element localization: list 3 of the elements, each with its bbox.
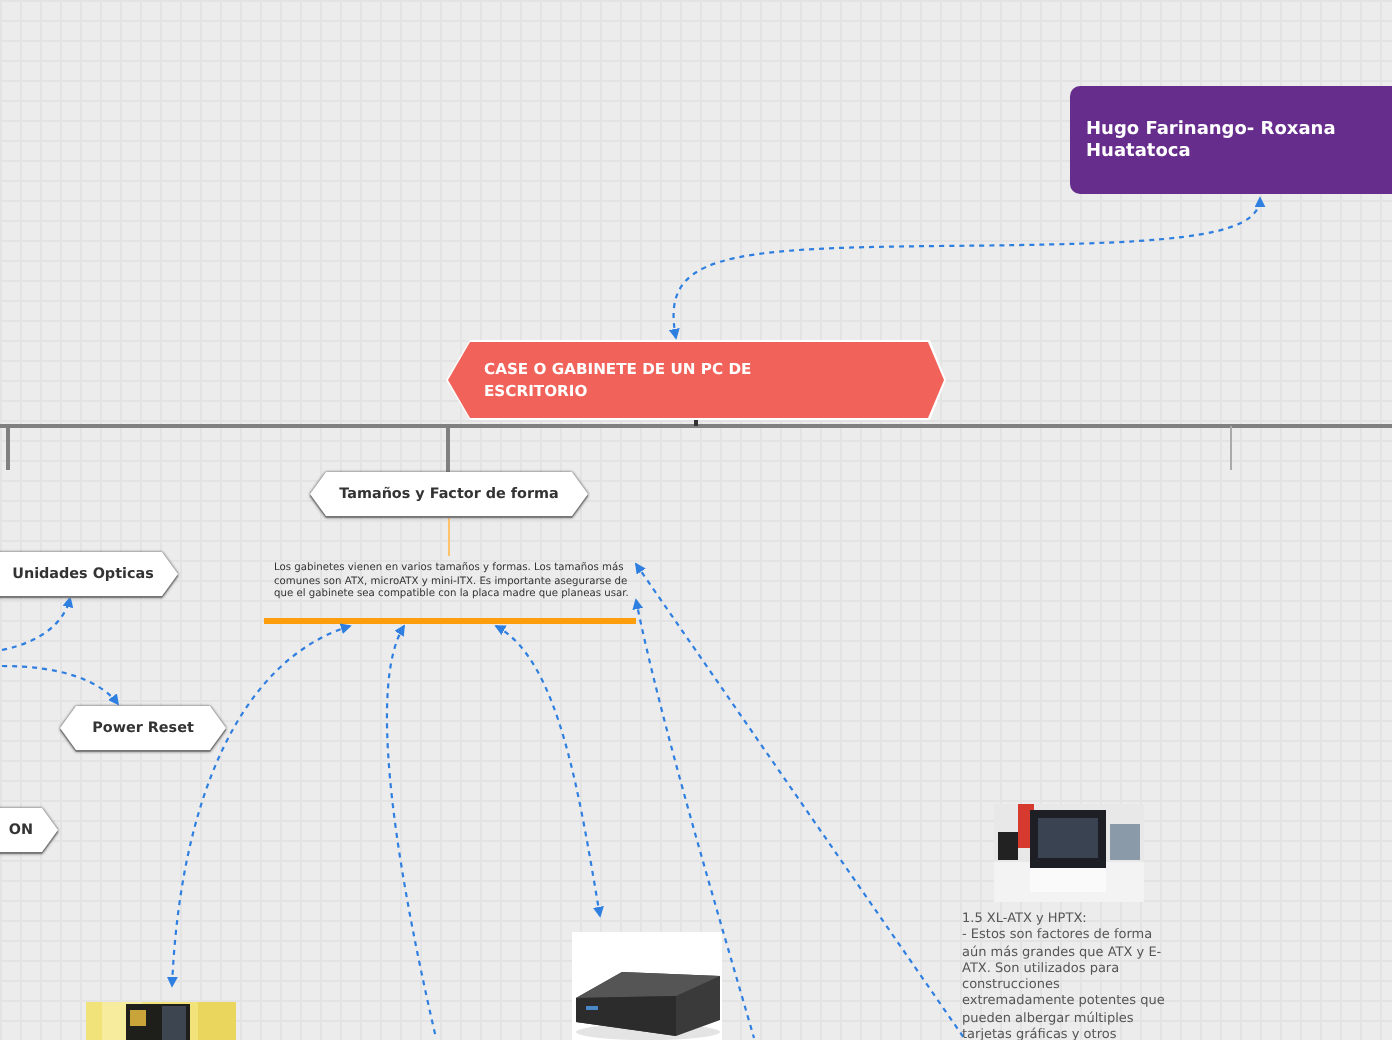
dashed-connector [1, 664, 120, 706]
authors-node[interactable]: Hugo Farinango- Roxana Huatatoca [1070, 86, 1392, 194]
dashed-connector [1, 596, 73, 652]
